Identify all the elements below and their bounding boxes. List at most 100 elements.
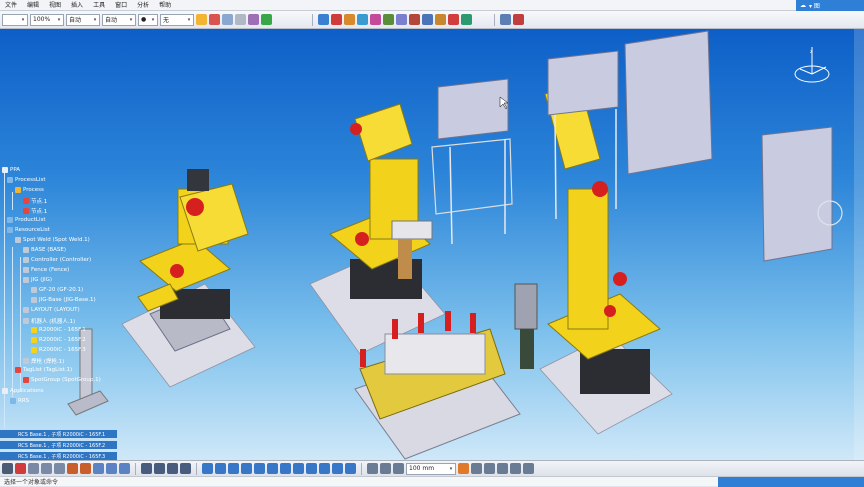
- tree-node[interactable]: JIG-Base (JIG-Base.1): [31, 297, 96, 303]
- line-combo[interactable]: ● ▾: [138, 13, 158, 26]
- grid-icon[interactable]: [141, 463, 152, 474]
- zoom-out-icon[interactable]: [267, 463, 278, 474]
- comment-icon[interactable]: [119, 463, 130, 474]
- tree-node[interactable]: Spot Weld (Spot Weld.1): [15, 237, 90, 243]
- shading-icon[interactable]: [319, 463, 330, 474]
- measure-icon[interactable]: [513, 14, 524, 25]
- normal-view-icon[interactable]: [280, 463, 291, 474]
- undo-icon[interactable]: [67, 463, 78, 474]
- tree-node[interactable]: Controller (Controller): [23, 257, 91, 263]
- fly-icon[interactable]: [202, 463, 213, 474]
- controller-cabinet-4[interactable]: [761, 126, 843, 262]
- tree-node[interactable]: RRS: [10, 398, 29, 404]
- help-icon[interactable]: [106, 463, 117, 474]
- check-icon[interactable]: [261, 14, 272, 25]
- simulate-icon[interactable]: [396, 14, 407, 25]
- tree-node[interactable]: GF-20 (GF-20.1): [31, 287, 83, 293]
- unit-combo[interactable]: 100 mm ▾: [406, 462, 456, 475]
- robot-cell-1[interactable]: [121, 169, 256, 388]
- menu-view[interactable]: 视图: [44, 0, 66, 11]
- rotate-icon[interactable]: [241, 463, 252, 474]
- record-icon[interactable]: [409, 14, 420, 25]
- pan-icon[interactable]: [228, 463, 239, 474]
- sync-icon[interactable]: [422, 14, 433, 25]
- menu-file[interactable]: 文件: [0, 0, 22, 11]
- layout-icon[interactable]: [154, 463, 165, 474]
- robot-cell-2[interactable]: [309, 103, 446, 355]
- list-item[interactable]: RCS Base.1 , 子项 R2000iC - 165F.3: [0, 452, 117, 460]
- multi-view-icon[interactable]: [293, 463, 304, 474]
- style-combo[interactable]: 自动 ▾: [102, 13, 136, 26]
- move-icon[interactable]: [393, 463, 404, 474]
- menu-window[interactable]: 窗口: [110, 0, 132, 11]
- analysis-icon[interactable]: [461, 14, 472, 25]
- tree-node[interactable]: 焊枪 (焊枪.1): [23, 357, 64, 365]
- measure-icon[interactable]: [458, 463, 469, 474]
- robot-icon[interactable]: [318, 14, 329, 25]
- settings-icon[interactable]: [180, 463, 191, 474]
- clash-icon[interactable]: [471, 463, 482, 474]
- brush-icon[interactable]: [209, 14, 220, 25]
- tree-node[interactable]: JIG (JIG): [23, 277, 52, 283]
- menu-edit[interactable]: 编辑: [22, 0, 44, 11]
- zoom-in-icon[interactable]: [254, 463, 265, 474]
- tree-node-root[interactable]: PPA: [2, 167, 20, 173]
- cut-icon[interactable]: [28, 463, 39, 474]
- tree-node[interactable]: TagList (TagList.1): [15, 367, 72, 373]
- tree-node[interactable]: R2000iC - 165F.2: [31, 337, 86, 343]
- controller-cabinet-3[interactable]: [624, 30, 713, 175]
- save-icon[interactable]: [2, 463, 13, 474]
- section-icon[interactable]: [484, 463, 495, 474]
- tree-node[interactable]: LAYOUT (LAYOUT): [23, 307, 80, 313]
- tree-node[interactable]: Fence (Fence): [23, 267, 69, 273]
- material-icon[interactable]: [248, 14, 259, 25]
- tree-node[interactable]: ProductList: [7, 217, 46, 223]
- list-item[interactable]: RCS Base.1 , 子项 R2000iC - 165F.1: [0, 430, 117, 438]
- paint-icon[interactable]: [196, 14, 207, 25]
- compass-toggle-icon[interactable]: [167, 463, 178, 474]
- tree-node[interactable]: Applications: [2, 388, 44, 394]
- zoom-combo[interactable]: 100% ▾: [30, 13, 64, 26]
- tree-node[interactable]: 节点.1: [23, 197, 47, 205]
- paste-icon[interactable]: [54, 463, 65, 474]
- compass-snap-icon[interactable]: [380, 463, 391, 474]
- teach-icon[interactable]: [370, 14, 381, 25]
- swap-visible-icon[interactable]: [345, 463, 356, 474]
- redo-icon[interactable]: [80, 463, 91, 474]
- swap-icon[interactable]: [500, 14, 511, 25]
- tree-node[interactable]: Process: [15, 187, 44, 193]
- tree-node[interactable]: ProcessList: [7, 177, 45, 183]
- fit-all-icon[interactable]: [215, 463, 226, 474]
- color-combo[interactable]: 无 ▾: [160, 13, 194, 26]
- tree-node[interactable]: R2000iC - 165F.1: [31, 327, 86, 333]
- hide-show-icon[interactable]: [332, 463, 343, 474]
- path-icon[interactable]: [383, 14, 394, 25]
- stop-icon[interactable]: [448, 14, 459, 25]
- layer-combo[interactable]: ▾: [2, 13, 28, 26]
- 3d-viewport[interactable]: z PPA ProcessList Process 节点.1 节点.1 Prod…: [0, 29, 864, 460]
- tree-node[interactable]: ResourceList: [7, 227, 50, 233]
- link-icon[interactable]: [93, 463, 104, 474]
- tool-icon[interactable]: [344, 14, 355, 25]
- table-icon[interactable]: [222, 14, 233, 25]
- sensor-icon[interactable]: [510, 463, 521, 474]
- compass-icon[interactable]: z: [794, 47, 830, 83]
- list-item[interactable]: RCS Base.1 , 子项 R2000iC - 165F.2: [0, 441, 117, 449]
- print-icon[interactable]: [15, 463, 26, 474]
- frame-icon[interactable]: [235, 14, 246, 25]
- top-right-button[interactable]: ☁ ▾ 图: [796, 0, 864, 11]
- tree-node[interactable]: BASE (BASE): [23, 247, 66, 253]
- tree-node[interactable]: 机器人 (机器人.1): [23, 317, 75, 325]
- tree-node[interactable]: R2000iC - 165F.3: [31, 347, 86, 353]
- tree-node[interactable]: 节点.1: [23, 207, 47, 215]
- menu-insert[interactable]: 插入: [66, 0, 88, 11]
- device-icon[interactable]: [357, 14, 368, 25]
- update-icon[interactable]: [523, 463, 534, 474]
- signal-icon[interactable]: [435, 14, 446, 25]
- snap-icon[interactable]: [367, 463, 378, 474]
- tree-node[interactable]: SpotGroup (SpotGroup.1): [23, 377, 101, 383]
- menu-help[interactable]: 帮助: [154, 0, 176, 11]
- mode-combo[interactable]: 自动 ▾: [66, 13, 100, 26]
- menu-analyze[interactable]: 分析: [132, 0, 154, 11]
- copy-icon[interactable]: [41, 463, 52, 474]
